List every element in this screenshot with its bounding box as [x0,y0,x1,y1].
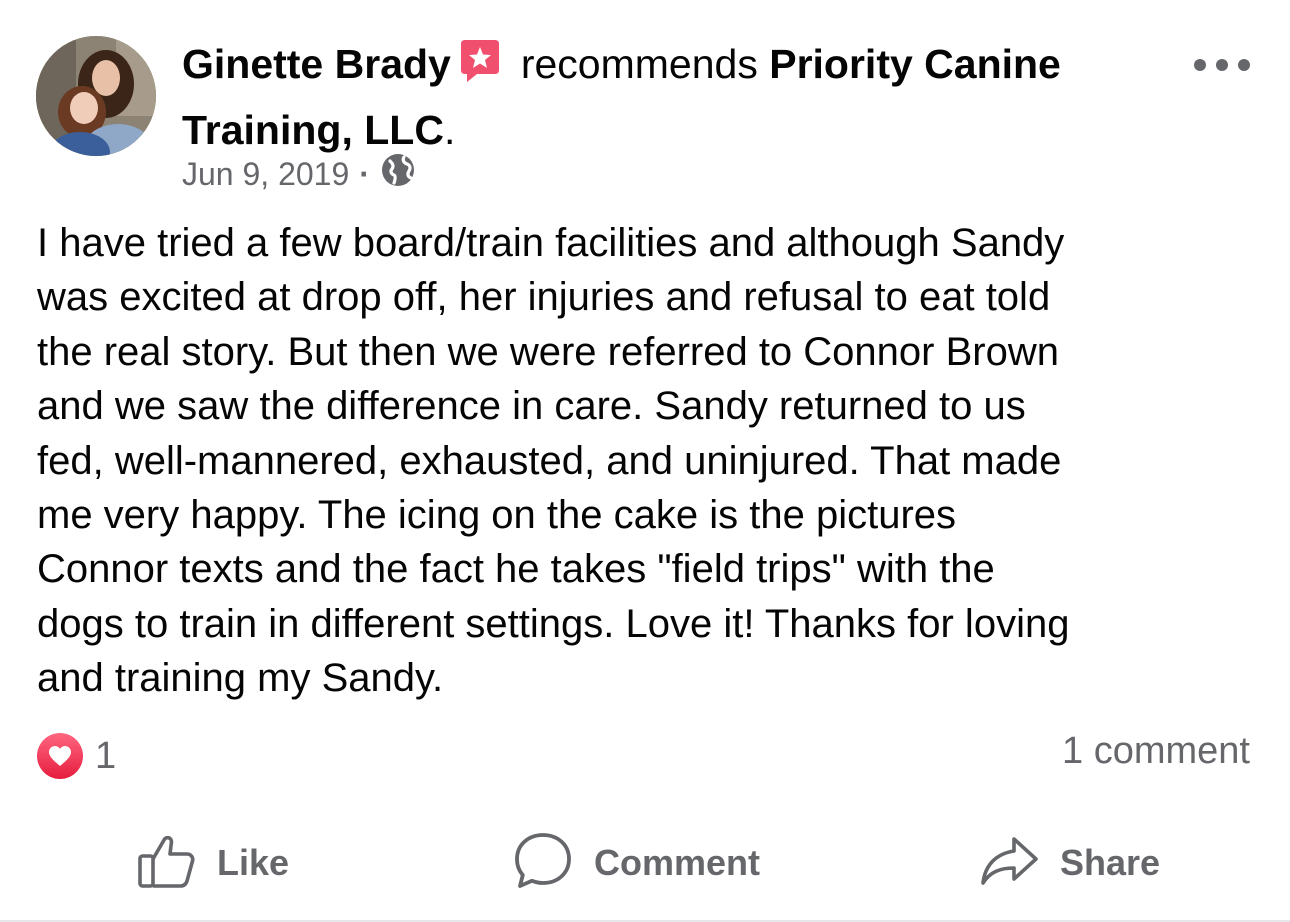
author-name[interactable]: Ginette Brady [182,41,451,87]
post-header: Ginette Brady recommends Priority Canine T… [182,34,1172,160]
post-date[interactable]: Jun 9, 2019 [182,156,349,193]
share-button[interactable]: Share [980,830,1160,896]
globe-icon [380,152,416,196]
reaction-summary[interactable]: 1 [37,733,116,779]
post-title: Ginette Brady recommends Priority Canine T… [182,34,1172,160]
page-name-line1[interactable]: Priority Canine [769,41,1061,87]
more-options-button[interactable] [1194,50,1250,80]
avatar-photo [36,36,156,156]
share-arrow-icon [980,833,1040,894]
post-meta: Jun 9, 2019 · [182,152,416,196]
ellipsis-dot [1238,59,1250,71]
share-label: Share [1060,842,1161,883]
action-bar: Like Comment Share [0,830,1290,896]
meta-separator: · [359,155,370,192]
post-body-text: I have tried a few board/train facilitie… [37,221,1070,701]
reaction-count: 1 [95,734,117,777]
thumbs-up-icon [137,832,197,895]
review-post: Ginette Brady recommends Priority Canine T… [0,0,1290,922]
avatar[interactable] [36,36,156,156]
like-button[interactable]: Like [137,830,289,896]
comment-label: Comment [594,842,761,883]
love-heart-icon [37,733,83,779]
ellipsis-dot [1194,59,1206,71]
comment-button[interactable]: Comment [512,830,760,896]
page-name-period: . [443,107,456,153]
recommends-verb: recommends [520,41,758,87]
page-name-line2[interactable]: Training, LLC [182,107,444,153]
speech-bubble-icon [512,831,574,896]
recommendation-star-icon [457,38,503,100]
comment-count-link[interactable]: 1 comment [1062,730,1250,773]
like-label: Like [217,842,290,883]
ellipsis-dot [1216,59,1228,71]
